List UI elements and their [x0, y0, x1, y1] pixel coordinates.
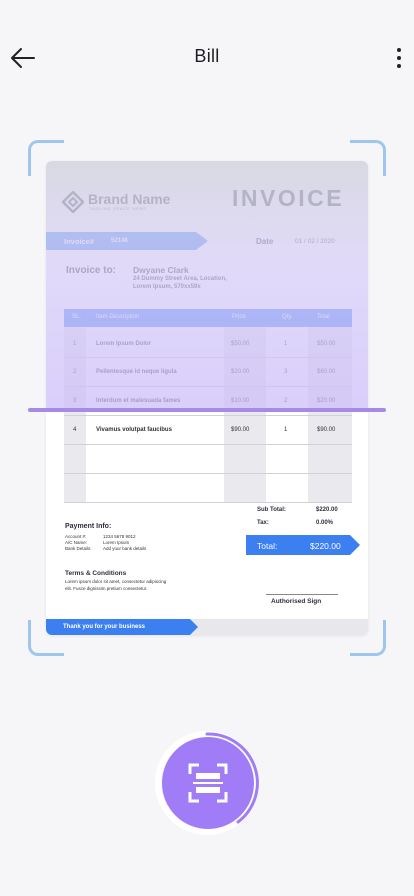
table-cell-qty: 1 [284, 341, 288, 347]
invoice-number: 52148 [111, 238, 128, 244]
table-header-description: Item Description [96, 314, 140, 320]
more-options-button[interactable] [394, 46, 404, 70]
table-cell-qty: 2 [284, 398, 288, 404]
terms-text: Lorem ipsum dolor sit amet, consectetur … [65, 579, 167, 584]
table-cell-price: $50.00 [231, 341, 250, 347]
table-cell-total: $20.00 [317, 398, 336, 404]
payment-line-value: Lorem Ipsum [103, 540, 130, 545]
payment-line-value: 1234 5678 9012 [103, 534, 136, 539]
table-header-total: Total [317, 314, 330, 320]
table-cell-sl: 1 [73, 341, 77, 347]
table-header-price: Price [232, 314, 246, 320]
table-cell-description: Pellentesque id neque ligula [96, 369, 177, 375]
invoice-to-label: Invoice to: [66, 265, 117, 276]
table-cell-total: $90.00 [317, 427, 336, 433]
date-label: Date [256, 237, 274, 246]
invoice-number-label: Invoice# [64, 237, 95, 246]
scan-button[interactable] [162, 737, 254, 829]
payment-line-label: Account #: [65, 534, 87, 539]
total-label: Total: [257, 541, 278, 551]
table-row-divider [64, 473, 352, 474]
table-header-qty: Qty. [282, 314, 293, 320]
table-row-divider [64, 502, 352, 503]
table-cell-total: $50.00 [317, 341, 336, 347]
table-cell-price: $90.00 [231, 427, 250, 433]
table-cell-sl: 4 [73, 427, 77, 433]
tax-value: 0.00% [316, 520, 334, 526]
invoice-document: Brand Name TAGLINE SPACE HERE INVOICE In… [46, 161, 368, 635]
table-cell-total: $60.00 [317, 369, 336, 375]
payment-info-title: Payment Info: [65, 523, 112, 530]
scan-icon [188, 763, 228, 803]
table-cell-qty: 1 [284, 427, 288, 433]
payment-line-label: A/C Name: [65, 540, 88, 545]
brand-tagline: TAGLINE SPACE HERE [89, 206, 147, 211]
payment-line-label: Bank Details: [65, 546, 92, 551]
table-header-sl: SL. [72, 314, 82, 320]
subtotal-value: $220.00 [316, 507, 338, 513]
table-row-divider [64, 357, 352, 358]
client-name: Dwyane Clark [133, 265, 189, 275]
invoice-title: INVOICE [232, 185, 345, 211]
table-cell-sl: 2 [73, 369, 77, 375]
table-row-divider [64, 415, 352, 416]
table-cell-description: Lorem Ipsum Dolor [96, 341, 152, 347]
brand-logo-icon [62, 191, 84, 213]
terms-title: Terms & Conditions [65, 570, 127, 577]
top-bar: Bill [0, 0, 414, 116]
footer-text: Thank you for your business [63, 624, 146, 630]
payment-line-value: Add your bank details [103, 546, 147, 551]
table-cell-sl: 3 [73, 398, 77, 404]
page-title: Bill [194, 46, 220, 66]
brand-name: Brand Name [88, 191, 171, 207]
signature-line [266, 594, 338, 595]
table-row-divider [64, 386, 352, 387]
table-row-divider [64, 444, 352, 445]
scan-line [28, 408, 386, 412]
table-cell-description: Interdum et malesuada fames [96, 398, 181, 404]
table-cell-price: $20.00 [231, 369, 250, 375]
terms-text: elit. Fusce dignissim pretium consectetu… [65, 586, 148, 591]
total-value: $220.00 [310, 541, 341, 551]
signature-label: Authorised Sign [271, 598, 322, 605]
date-value: 01 / 02 / 2020 [295, 238, 335, 245]
table-cell-price: $10.00 [231, 398, 250, 404]
subtotal-label: Sub Total: [257, 507, 286, 513]
tax-label: Tax: [257, 520, 269, 526]
more-vertical-icon [397, 48, 401, 68]
table-cell-description: Vivamus volutpat faucibus [96, 427, 172, 433]
client-address: 24 Dummy Street Area, Location, Lorem Ip… [133, 276, 227, 290]
table-cell-qty: 3 [284, 369, 288, 375]
